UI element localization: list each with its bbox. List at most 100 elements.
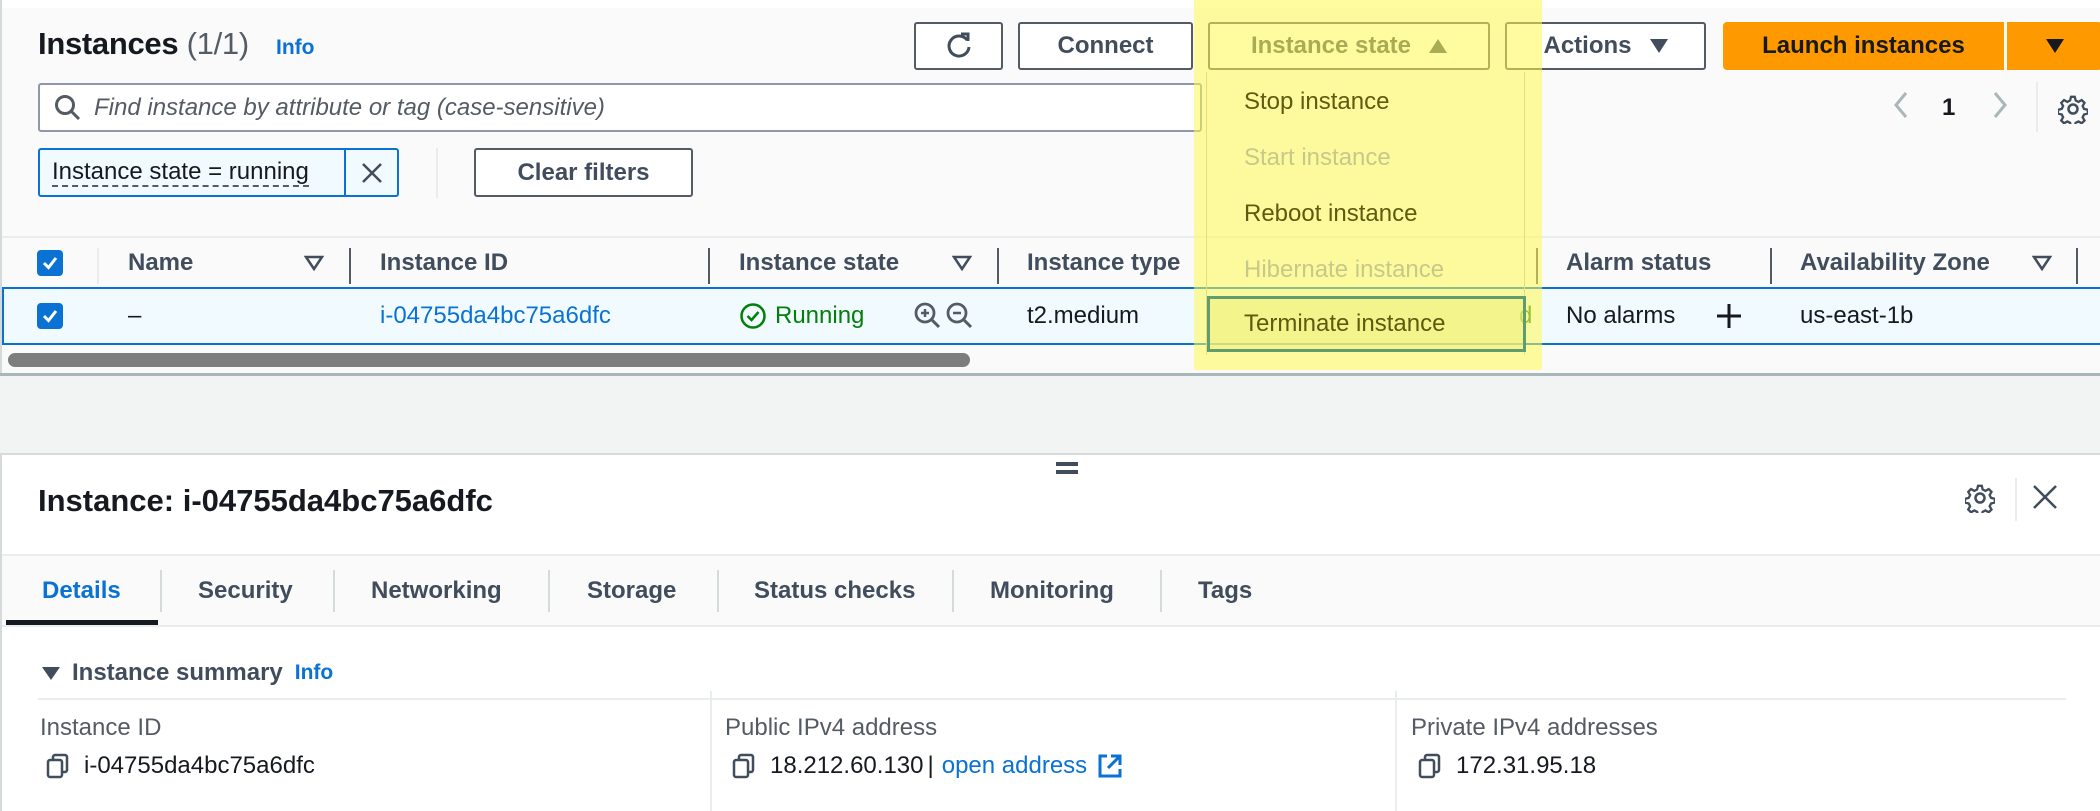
caret-up-icon bbox=[1429, 39, 1448, 53]
instance-id-link[interactable]: i-04755da4bc75a6dfc bbox=[380, 289, 611, 343]
page-title-text: Instances bbox=[38, 26, 179, 61]
column-separator[interactable] bbox=[997, 248, 999, 284]
chevron-left-icon[interactable] bbox=[1890, 90, 1912, 120]
open-address-link[interactable]: open address bbox=[942, 752, 1087, 780]
sort-icon[interactable] bbox=[304, 255, 324, 271]
search-field[interactable] bbox=[38, 83, 1202, 132]
instance-detail-panel: Instance: i-04755da4bc75a6dfc Details Se… bbox=[0, 455, 2100, 811]
resize-handle-icon[interactable] bbox=[1056, 462, 1078, 474]
caret-down-icon bbox=[2045, 39, 2064, 53]
caret-down-icon bbox=[1649, 39, 1668, 53]
tab-security[interactable]: Security bbox=[198, 556, 293, 625]
summary-info-link[interactable]: Info bbox=[295, 661, 333, 685]
column-separator[interactable] bbox=[2076, 248, 2078, 284]
page-title: Instances (1/1) bbox=[38, 26, 249, 62]
checkmark-icon bbox=[42, 257, 58, 270]
cell-alarm-status: No alarms bbox=[1566, 302, 1676, 329]
menu-item-terminate-instance[interactable]: Terminate instance bbox=[1207, 296, 1526, 352]
zoom-in-icon[interactable] bbox=[913, 301, 943, 331]
column-header-instance-id[interactable]: Instance ID bbox=[380, 238, 508, 288]
menu-item-stop-instance[interactable]: Stop instance bbox=[1207, 74, 1526, 130]
gear-icon bbox=[2056, 95, 2089, 128]
copy-icon[interactable] bbox=[732, 753, 756, 779]
divider bbox=[436, 148, 438, 198]
search-icon bbox=[55, 94, 81, 120]
zoom-controls bbox=[913, 289, 975, 343]
checkmark-icon bbox=[42, 310, 58, 323]
separator-text: | bbox=[927, 752, 934, 779]
instance-summary-header[interactable]: Instance summary Info bbox=[42, 659, 333, 687]
refresh-button[interactable] bbox=[914, 22, 1003, 70]
close-icon bbox=[361, 162, 382, 183]
filter-token-label[interactable]: Instance state = running bbox=[40, 150, 346, 195]
preferences-button[interactable] bbox=[2056, 94, 2089, 129]
detail-tabs: Details Security Networking Storage Stat… bbox=[2, 554, 2100, 627]
select-all-checkbox[interactable] bbox=[37, 250, 63, 276]
private-ipv4-label: Private IPv4 addresses bbox=[1411, 714, 1658, 741]
column-header-instance-type[interactable]: Instance type bbox=[1027, 238, 1180, 288]
tab-separator bbox=[160, 570, 162, 612]
pagination-next[interactable] bbox=[1989, 90, 2011, 120]
tab-storage[interactable]: Storage bbox=[587, 556, 676, 625]
horizontal-scrollbar[interactable] bbox=[2, 348, 2100, 370]
launch-instances-dropdown-button[interactable] bbox=[2007, 22, 2100, 70]
divider bbox=[2036, 82, 2038, 132]
column-separator[interactable] bbox=[708, 248, 710, 284]
chevron-right-icon bbox=[1993, 92, 2007, 118]
cell-availability-zone: us-east-1b bbox=[1800, 302, 1914, 329]
copy-icon[interactable] bbox=[1418, 753, 1442, 779]
tab-status-checks[interactable]: Status checks bbox=[754, 556, 915, 625]
instance-state-button[interactable]: Instance state bbox=[1208, 22, 1490, 70]
actions-button[interactable]: Actions bbox=[1505, 22, 1706, 70]
launch-instances-button[interactable]: Launch instances bbox=[1723, 22, 2004, 70]
instance-id-label: Instance ID bbox=[40, 714, 162, 741]
tab-separator bbox=[717, 570, 719, 612]
info-link[interactable]: Info bbox=[276, 36, 314, 60]
row-checkbox[interactable] bbox=[37, 303, 63, 329]
sort-icon[interactable] bbox=[2032, 255, 2052, 271]
tab-monitoring[interactable]: Monitoring bbox=[990, 556, 1114, 625]
column-separator[interactable] bbox=[1770, 248, 1772, 284]
divider bbox=[2015, 478, 2017, 521]
zoom-out-icon[interactable] bbox=[945, 301, 975, 331]
instance-state-text: Running bbox=[775, 302, 865, 329]
scrollbar-thumb[interactable] bbox=[8, 353, 970, 367]
detail-title: Instance: i-04755da4bc75a6dfc bbox=[38, 483, 493, 518]
tab-tags[interactable]: Tags bbox=[1198, 556, 1252, 625]
column-divider bbox=[1395, 691, 1397, 811]
tab-networking[interactable]: Networking bbox=[371, 556, 502, 625]
remove-filter-button[interactable] bbox=[346, 150, 397, 195]
add-alarm-button[interactable] bbox=[1716, 303, 1742, 334]
sort-icon[interactable] bbox=[952, 255, 972, 271]
search-input[interactable] bbox=[94, 93, 1174, 122]
menu-item-reboot-instance[interactable]: Reboot instance bbox=[1207, 186, 1526, 242]
summary-title: Instance summary bbox=[72, 659, 283, 686]
table-header: Name Instance ID Instance state Instance… bbox=[2, 236, 2100, 286]
instance-id-text: i-04755da4bc75a6dfc bbox=[84, 752, 315, 779]
connect-button[interactable]: Connect bbox=[1018, 22, 1193, 70]
external-link-icon[interactable] bbox=[1097, 753, 1123, 779]
detail-preferences-button[interactable] bbox=[1963, 483, 1996, 518]
column-separator[interactable] bbox=[349, 248, 351, 284]
clear-filters-label: Clear filters bbox=[517, 158, 650, 186]
column-header-alarm-status[interactable]: Alarm status bbox=[1566, 238, 1711, 288]
copy-icon[interactable] bbox=[46, 753, 70, 779]
cell-instance-type: t2.medium bbox=[1027, 302, 1140, 329]
refresh-icon bbox=[947, 32, 970, 58]
close-panel-button[interactable] bbox=[2032, 484, 2058, 515]
instance-state-menu: Stop instance Start instance Reboot inst… bbox=[1206, 72, 1526, 355]
column-header-instance-state[interactable]: Instance state bbox=[739, 238, 899, 288]
column-header-availability-zone[interactable]: Availability Zone bbox=[1800, 238, 1990, 288]
launch-instances-label: Launch instances bbox=[1762, 32, 1965, 59]
table-row[interactable]: – i-04755da4bc75a6dfc Running t2.medium … bbox=[2, 287, 2100, 345]
tab-separator bbox=[548, 570, 550, 612]
tab-separator bbox=[1160, 570, 1162, 612]
connect-label: Connect bbox=[1057, 32, 1154, 59]
column-header-name[interactable]: Name bbox=[128, 238, 193, 288]
column-separator[interactable] bbox=[1536, 248, 1538, 284]
split-panel-gap bbox=[0, 373, 2100, 455]
tab-details[interactable]: Details bbox=[42, 556, 121, 625]
current-page[interactable]: 1 bbox=[1942, 94, 1955, 122]
instance-state-label: Instance state bbox=[1250, 32, 1412, 59]
clear-filters-button[interactable]: Clear filters bbox=[474, 148, 693, 197]
